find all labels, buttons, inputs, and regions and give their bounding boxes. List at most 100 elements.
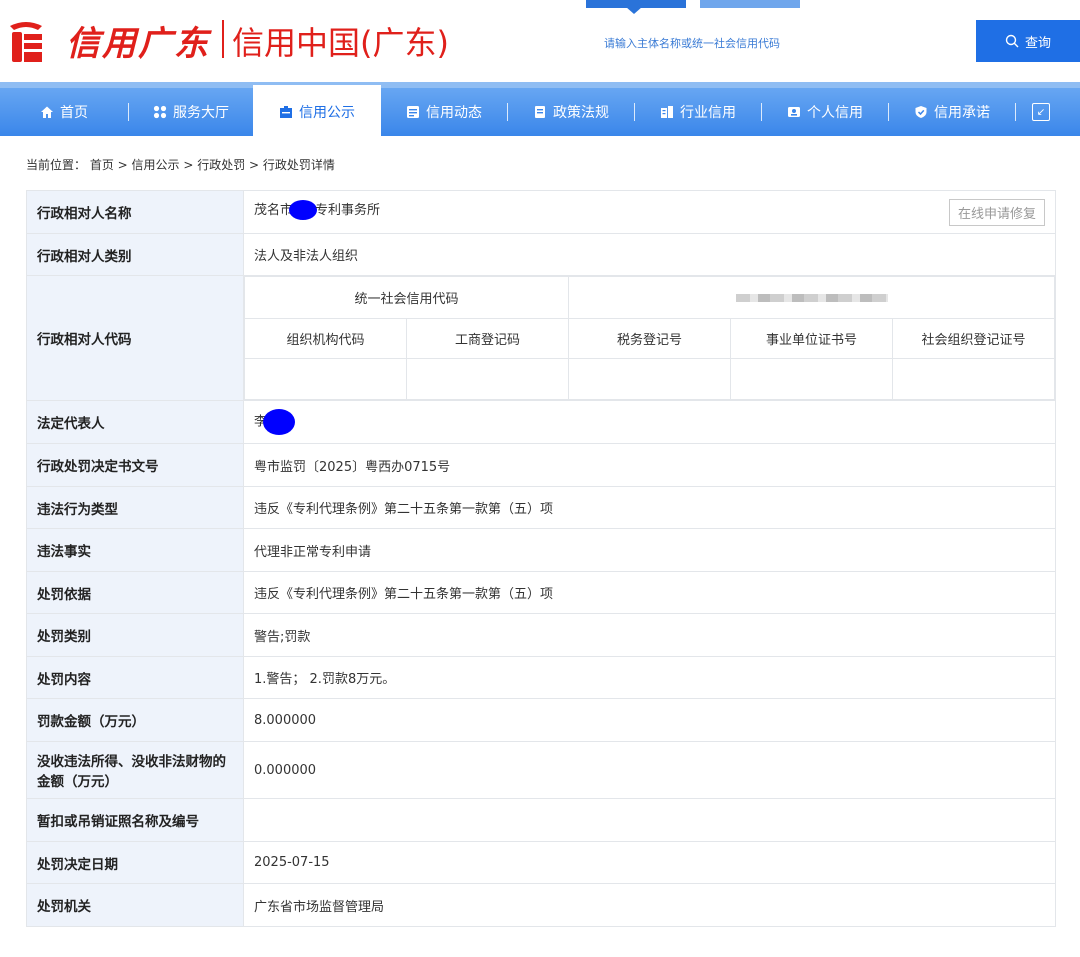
table-row: 处罚类别 警告;罚款	[26, 613, 1056, 657]
nav-label: 首页	[60, 105, 88, 121]
social-org-value	[892, 358, 1055, 400]
table-row: 行政相对人代码 统一社会信用代码 组织机构代码 工商登记码 税务登记号 事业单位…	[26, 275, 1056, 401]
breadcrumb: 当前位置： 首页 > 信用公示 > 行政处罚 > 行政处罚详情	[26, 156, 335, 173]
blurred-code	[735, 293, 888, 302]
document-icon	[535, 106, 545, 118]
redaction-mark	[263, 409, 296, 435]
breadcrumb-path: 首页 > 信用公示 > 行政处罚 > 行政处罚详情	[89, 158, 335, 172]
row-label: 处罚决定日期	[26, 841, 244, 884]
row-value: 广东省市场监督管理局	[243, 883, 1056, 927]
nav-label: 个人信用	[807, 105, 863, 121]
row-value: 警告;罚款	[243, 613, 1056, 657]
row-value: 8.000000	[243, 698, 1056, 742]
main-nav: 首页 服务大厅 信用公示 信用动态 政策法规 行业信用 个人信用 信用承诺 ↙	[0, 82, 1080, 139]
biz-reg-header: 工商登记码	[406, 318, 569, 359]
collapse-icon[interactable]: ↙	[1032, 103, 1050, 121]
grid-icon	[153, 105, 167, 119]
nav-item-policy[interactable]: 政策法规	[508, 88, 634, 136]
name-prefix: 茂名市	[254, 202, 294, 218]
top-tab[interactable]	[700, 0, 800, 8]
caret-down-icon	[626, 7, 642, 14]
tax-reg-header: 税务登记号	[568, 318, 731, 359]
institution-header: 事业单位证书号	[730, 318, 893, 359]
nav-label: 信用动态	[426, 105, 482, 121]
table-row: 处罚机关 广东省市场监督管理局	[26, 883, 1056, 927]
briefcase-icon	[280, 106, 292, 118]
org-code-header: 组织机构代码	[244, 318, 407, 359]
row-value	[243, 798, 1056, 842]
search-icon	[1005, 34, 1019, 48]
id-card-icon	[788, 107, 800, 117]
row-label: 行政相对人类别	[26, 233, 244, 276]
logo-script: 信用广东	[66, 24, 210, 64]
table-row: 违法行为类型 违反《专利代理条例》第二十五条第一款第（五）项	[26, 486, 1056, 529]
row-label: 违法事实	[26, 528, 244, 572]
logo-divider	[222, 20, 224, 58]
online-repair-button[interactable]: 在线申请修复	[948, 198, 1045, 226]
nav-item-credit-commitment[interactable]: 信用承诺	[889, 88, 1015, 136]
nav-label: 服务大厅	[173, 105, 229, 121]
nav-item-personal-credit[interactable]: 个人信用	[762, 88, 888, 136]
row-value: 茂名市 专利事务所 在线申请修复	[243, 190, 1056, 234]
row-label: 处罚内容	[26, 656, 244, 699]
row-value: 代理非正常专利申请	[243, 528, 1056, 572]
nav-label: 行业信用	[680, 105, 736, 121]
row-value: 法人及非法人组织	[243, 233, 1056, 276]
table-row: 行政相对人名称 茂名市 专利事务所 在线申请修复	[26, 190, 1056, 234]
row-label: 处罚机关	[26, 883, 244, 927]
table-row: 暂扣或吊销证照名称及编号	[26, 798, 1056, 842]
row-label: 没收违法所得、没收非法财物的金额（万元）	[26, 741, 244, 799]
table-row: 行政相对人类别 法人及非法人组织	[26, 233, 1056, 276]
table-row: 罚款金额（万元） 8.000000	[26, 698, 1056, 742]
tax-reg-value	[568, 358, 731, 400]
nav-label: 政策法规	[553, 105, 609, 121]
code-subtable-cell: 统一社会信用代码 组织机构代码 工商登记码 税务登记号 事业单位证书号 社会组织…	[243, 275, 1056, 401]
search-button[interactable]: 查询	[976, 20, 1080, 62]
shield-check-icon	[915, 106, 927, 118]
search-input[interactable]: 请输入主体名称或统一社会信用代码	[604, 35, 780, 51]
table-row: 行政处罚决定书文号 粤市监罚〔2025〕粤西办0715号	[26, 443, 1056, 487]
row-label: 行政相对人代码	[26, 275, 244, 401]
penalty-detail-table: 行政相对人名称 茂名市 专利事务所 在线申请修复 行政相对人类别 法人及非法人组织…	[26, 190, 1056, 927]
nav-label: 信用公示	[299, 105, 355, 121]
row-label: 行政相对人名称	[26, 190, 244, 234]
row-label: 罚款金额（万元）	[26, 698, 244, 742]
biz-reg-value	[406, 358, 569, 400]
nav-item-credit-news[interactable]: 信用动态	[381, 88, 507, 136]
site-title: 信用中国(广东)	[232, 24, 449, 62]
nav-item-home[interactable]: 首页	[0, 88, 128, 136]
table-row: 处罚内容 1.警告； 2.罚款8万元。	[26, 656, 1056, 699]
row-label: 法定代表人	[26, 400, 244, 444]
row-value: 1.警告； 2.罚款8万元。	[243, 656, 1056, 699]
institution-value	[730, 358, 893, 400]
row-value: 粤市监罚〔2025〕粤西办0715号	[243, 443, 1056, 487]
row-value: 违反《专利代理条例》第二十五条第一款第（五）项	[243, 571, 1056, 614]
org-code-value	[244, 358, 407, 400]
table-row: 处罚决定日期 2025-07-15	[26, 841, 1056, 884]
uscc-value	[568, 276, 1055, 319]
table-row: 没收违法所得、没收非法财物的金额（万元） 0.000000	[26, 741, 1056, 799]
breadcrumb-prefix: 当前位置：	[26, 158, 87, 172]
building-icon	[661, 106, 673, 118]
table-row: 违法事实 代理非正常专利申请	[26, 528, 1056, 572]
nav-divider	[1015, 103, 1016, 121]
home-icon	[41, 106, 53, 118]
nav-item-service-hall[interactable]: 服务大厅	[129, 88, 253, 136]
site-header: 信用广东 信用中国(广东) 请输入主体名称或统一社会信用代码 查询	[0, 0, 1080, 82]
name-suffix: 专利事务所	[315, 202, 381, 218]
social-org-header: 社会组织登记证号	[892, 318, 1055, 359]
nav-label: 信用承诺	[934, 105, 990, 121]
row-label: 处罚依据	[26, 571, 244, 614]
nav-item-credit-publicity[interactable]: 信用公示	[253, 85, 381, 139]
row-value: 违反《专利代理条例》第二十五条第一款第（五）项	[243, 486, 1056, 529]
table-row: 处罚依据 违反《专利代理条例》第二十五条第一款第（五）项	[26, 571, 1056, 614]
nav-item-industry-credit[interactable]: 行业信用	[635, 88, 761, 136]
row-label: 处罚类别	[26, 613, 244, 657]
row-value: 李	[243, 400, 1056, 444]
row-value: 2025-07-15	[243, 841, 1056, 884]
code-subtable: 统一社会信用代码 组织机构代码 工商登记码 税务登记号 事业单位证书号 社会组织…	[244, 276, 1055, 400]
row-label: 暂扣或吊销证照名称及编号	[26, 798, 244, 842]
row-value: 0.000000	[243, 741, 1056, 799]
news-icon	[407, 106, 419, 118]
credit-logo-icon	[10, 22, 42, 62]
